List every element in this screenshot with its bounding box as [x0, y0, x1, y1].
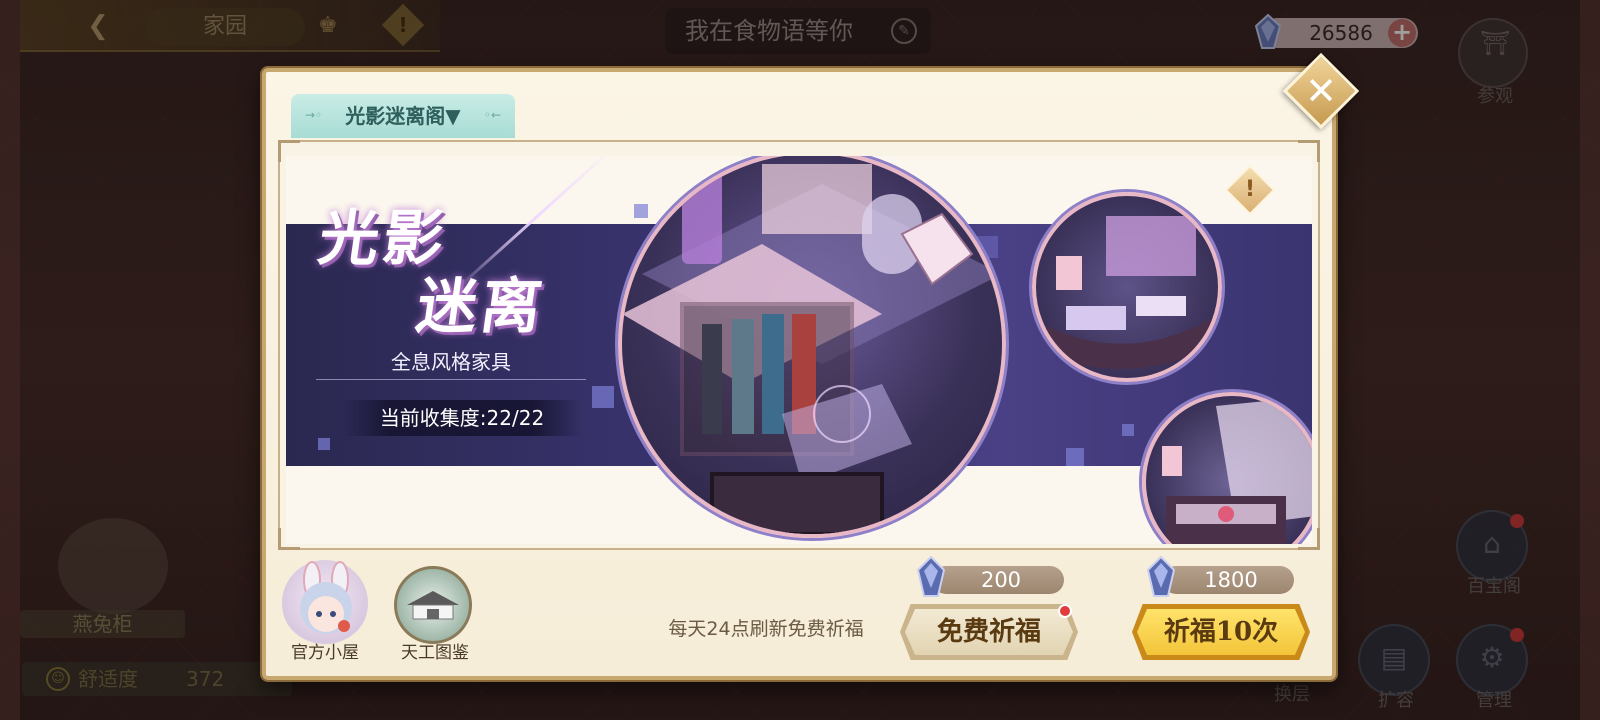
title-line2: 迷离: [412, 272, 551, 342]
sparkle: [634, 204, 648, 218]
crystal-gem-icon: [1146, 556, 1176, 597]
free-pray-cost: 200: [916, 556, 1064, 597]
ten-pray-cost-value: 1800: [1204, 568, 1258, 592]
ten-pray-label: 祈福10次: [1163, 617, 1279, 647]
furniture-preview-right1: [1032, 192, 1222, 382]
refresh-note: 每天24点刷新免费祈福: [668, 618, 864, 640]
crystal-gem-icon: [916, 556, 946, 597]
catalog-label[interactable]: 天工图鉴: [380, 638, 490, 663]
official-house-button[interactable]: [282, 560, 368, 646]
holo-sofa-illustration: [1162, 396, 1312, 544]
free-pray-cost-value: 200: [980, 568, 1022, 592]
chibi-avatar-icon: [300, 561, 352, 634]
free-pray-label: 免费祈福: [936, 617, 1041, 647]
series-title-art: 光影 迷离: [306, 156, 619, 342]
tab-deco-right: ◦←: [483, 108, 501, 122]
ten-pray-cost: 1800: [1146, 556, 1294, 597]
series-tab[interactable]: →◦ 光影迷离阁▼ ◦←: [291, 94, 515, 138]
sparkle: [318, 438, 330, 450]
notice-dot: [1058, 604, 1072, 618]
catalog-button[interactable]: [394, 566, 472, 644]
free-pray-button[interactable]: 免费祈福: [900, 604, 1078, 660]
furniture-preview-main: [618, 156, 1006, 538]
holo-desk-illustration: [1046, 216, 1216, 369]
info-icon[interactable]: !: [1232, 172, 1268, 208]
official-house-label[interactable]: 官方小屋: [270, 638, 380, 663]
ten-pray-button[interactable]: 祈福10次: [1132, 604, 1310, 660]
pavilion-icon: [407, 591, 459, 620]
holo-room-illustration: [622, 156, 1002, 534]
series-subtitle: 全息风格家具: [316, 344, 586, 380]
sparkle: [592, 386, 614, 408]
sparkle: [1122, 424, 1134, 436]
sparkle: [1066, 448, 1084, 466]
close-icon[interactable]: ✕: [1294, 64, 1348, 118]
collection-progress: 当前收集度:22/22: [342, 400, 582, 436]
series-banner: 光影 迷离 全息风格家具 当前收集度:22/22: [286, 156, 1312, 544]
